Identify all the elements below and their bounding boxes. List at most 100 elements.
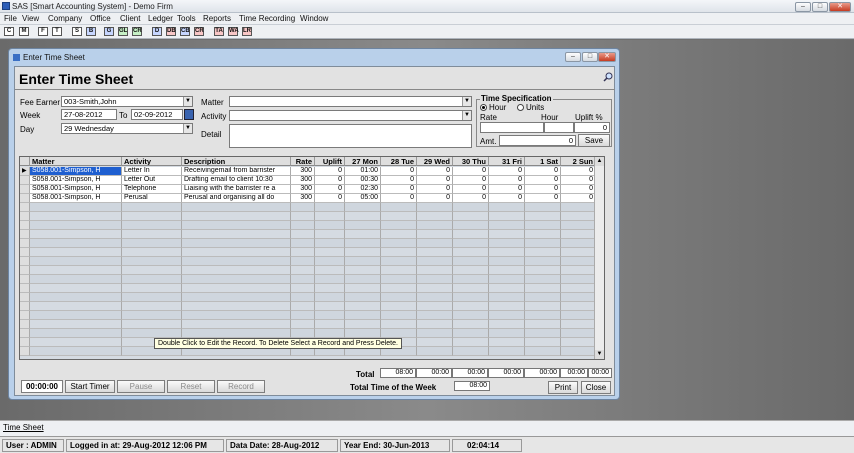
- empty-grid-cell[interactable]: [291, 320, 315, 329]
- grid-cell[interactable]: 0: [417, 167, 453, 176]
- row-selector[interactable]: [20, 266, 30, 275]
- empty-grid-cell[interactable]: [381, 329, 417, 338]
- grid-cell[interactable]: 0: [381, 167, 417, 176]
- empty-grid-cell[interactable]: [291, 221, 315, 230]
- row-selector[interactable]: [20, 230, 30, 239]
- empty-grid-cell[interactable]: [291, 275, 315, 284]
- empty-grid-cell[interactable]: [182, 275, 291, 284]
- toolbar-general-icon[interactable]: G: [104, 27, 114, 36]
- empty-grid-cell[interactable]: [489, 293, 525, 302]
- matter-select[interactable]: ▼: [229, 96, 472, 107]
- row-selector[interactable]: [20, 311, 30, 320]
- menu-company[interactable]: Company: [48, 14, 82, 23]
- empty-grid-cell[interactable]: [381, 248, 417, 257]
- empty-grid-cell[interactable]: [561, 257, 596, 266]
- empty-grid-cell[interactable]: [182, 248, 291, 257]
- column-header[interactable]: Uplift: [315, 157, 345, 166]
- empty-grid-cell[interactable]: [489, 248, 525, 257]
- empty-grid-cell[interactable]: [30, 338, 122, 347]
- toolbar-cashreceipt-icon[interactable]: CR: [194, 27, 204, 36]
- empty-grid-cell[interactable]: [381, 239, 417, 248]
- column-header[interactable]: 2 Sun: [561, 157, 596, 166]
- toolbar-wa-icon[interactable]: WA: [228, 27, 239, 36]
- empty-grid-cell[interactable]: [417, 347, 453, 356]
- toolbar-credit-icon[interactable]: CB: [180, 27, 190, 36]
- empty-grid-cell[interactable]: [315, 320, 345, 329]
- empty-grid-cell[interactable]: [453, 302, 489, 311]
- toolbar-debit-icon[interactable]: DB: [166, 27, 176, 36]
- grid-cell[interactable]: 300: [291, 167, 315, 176]
- empty-grid-cell[interactable]: [345, 221, 381, 230]
- empty-grid-cell[interactable]: [122, 239, 182, 248]
- empty-grid-cell[interactable]: [381, 257, 417, 266]
- grid-cell[interactable]: 00:30: [345, 176, 381, 185]
- empty-grid-cell[interactable]: [345, 320, 381, 329]
- empty-grid-cell[interactable]: [182, 239, 291, 248]
- empty-grid-cell[interactable]: [561, 338, 596, 347]
- scroll-up-icon[interactable]: ▲: [595, 157, 604, 166]
- pause-button[interactable]: Pause: [117, 380, 165, 393]
- detail-textarea[interactable]: [229, 124, 472, 148]
- empty-grid-cell[interactable]: [453, 212, 489, 221]
- empty-grid-cell[interactable]: [291, 203, 315, 212]
- chevron-down-icon[interactable]: ▼: [183, 124, 192, 133]
- minimize-button[interactable]: –: [795, 2, 811, 12]
- empty-grid-cell[interactable]: [489, 275, 525, 284]
- empty-grid-cell[interactable]: [489, 221, 525, 230]
- empty-grid-cell[interactable]: [122, 212, 182, 221]
- empty-grid-cell[interactable]: [489, 257, 525, 266]
- grid-cell[interactable]: 0: [489, 176, 525, 185]
- empty-grid-cell[interactable]: [525, 212, 561, 221]
- empty-grid-cell[interactable]: [182, 284, 291, 293]
- empty-grid-cell[interactable]: [417, 302, 453, 311]
- grid-cell[interactable]: 0: [315, 167, 345, 176]
- grid-cell[interactable]: 0: [381, 194, 417, 203]
- empty-grid-cell[interactable]: [453, 221, 489, 230]
- empty-grid-cell[interactable]: [291, 284, 315, 293]
- row-selector[interactable]: [20, 194, 30, 203]
- empty-grid-cell[interactable]: [525, 239, 561, 248]
- calendar-icon[interactable]: [184, 109, 194, 120]
- reset-button[interactable]: Reset: [167, 380, 215, 393]
- grid-cell[interactable]: Drafting email to client 10:30: [182, 176, 291, 185]
- empty-grid-cell[interactable]: [489, 311, 525, 320]
- column-header[interactable]: 28 Tue: [381, 157, 417, 166]
- empty-grid-cell[interactable]: [122, 329, 182, 338]
- empty-grid-cell[interactable]: [291, 212, 315, 221]
- week-to-field[interactable]: 02-09-2012: [131, 109, 183, 120]
- empty-grid-cell[interactable]: [315, 212, 345, 221]
- empty-grid-cell[interactable]: [417, 239, 453, 248]
- empty-grid-cell[interactable]: [417, 221, 453, 230]
- empty-grid-cell[interactable]: [525, 248, 561, 257]
- grid-cell[interactable]: Telephone: [122, 185, 182, 194]
- empty-grid-cell[interactable]: [561, 248, 596, 257]
- uplift-field[interactable]: 0: [574, 122, 610, 133]
- empty-grid-cell[interactable]: [345, 212, 381, 221]
- empty-grid-cell[interactable]: [30, 266, 122, 275]
- empty-grid-cell[interactable]: [315, 284, 345, 293]
- empty-grid-cell[interactable]: [345, 203, 381, 212]
- empty-grid-cell[interactable]: [30, 257, 122, 266]
- empty-grid-cell[interactable]: [30, 302, 122, 311]
- empty-grid-cell[interactable]: [182, 221, 291, 230]
- empty-grid-cell[interactable]: [182, 302, 291, 311]
- empty-grid-cell[interactable]: [525, 329, 561, 338]
- empty-grid-cell[interactable]: [561, 311, 596, 320]
- toolbar-matter-icon[interactable]: M: [19, 27, 29, 36]
- empty-grid-cell[interactable]: [561, 275, 596, 284]
- column-header[interactable]: 31 Fri: [489, 157, 525, 166]
- empty-grid-cell[interactable]: [182, 311, 291, 320]
- column-header[interactable]: 27 Mon: [345, 157, 381, 166]
- column-header[interactable]: Activity: [122, 157, 182, 166]
- grid-cell[interactable]: 01:00: [345, 167, 381, 176]
- empty-grid-cell[interactable]: [381, 284, 417, 293]
- record-button[interactable]: Record: [217, 380, 265, 393]
- empty-grid-cell[interactable]: [381, 302, 417, 311]
- grid-cell[interactable]: S058.001-Simpson, H: [30, 167, 122, 176]
- empty-grid-cell[interactable]: [489, 347, 525, 356]
- empty-grid-cell[interactable]: [291, 302, 315, 311]
- print-button[interactable]: Print: [548, 381, 578, 394]
- row-selector[interactable]: [20, 275, 30, 284]
- grid-cell[interactable]: Receivingemail from barrister: [182, 167, 291, 176]
- grid-cell[interactable]: 0: [525, 176, 561, 185]
